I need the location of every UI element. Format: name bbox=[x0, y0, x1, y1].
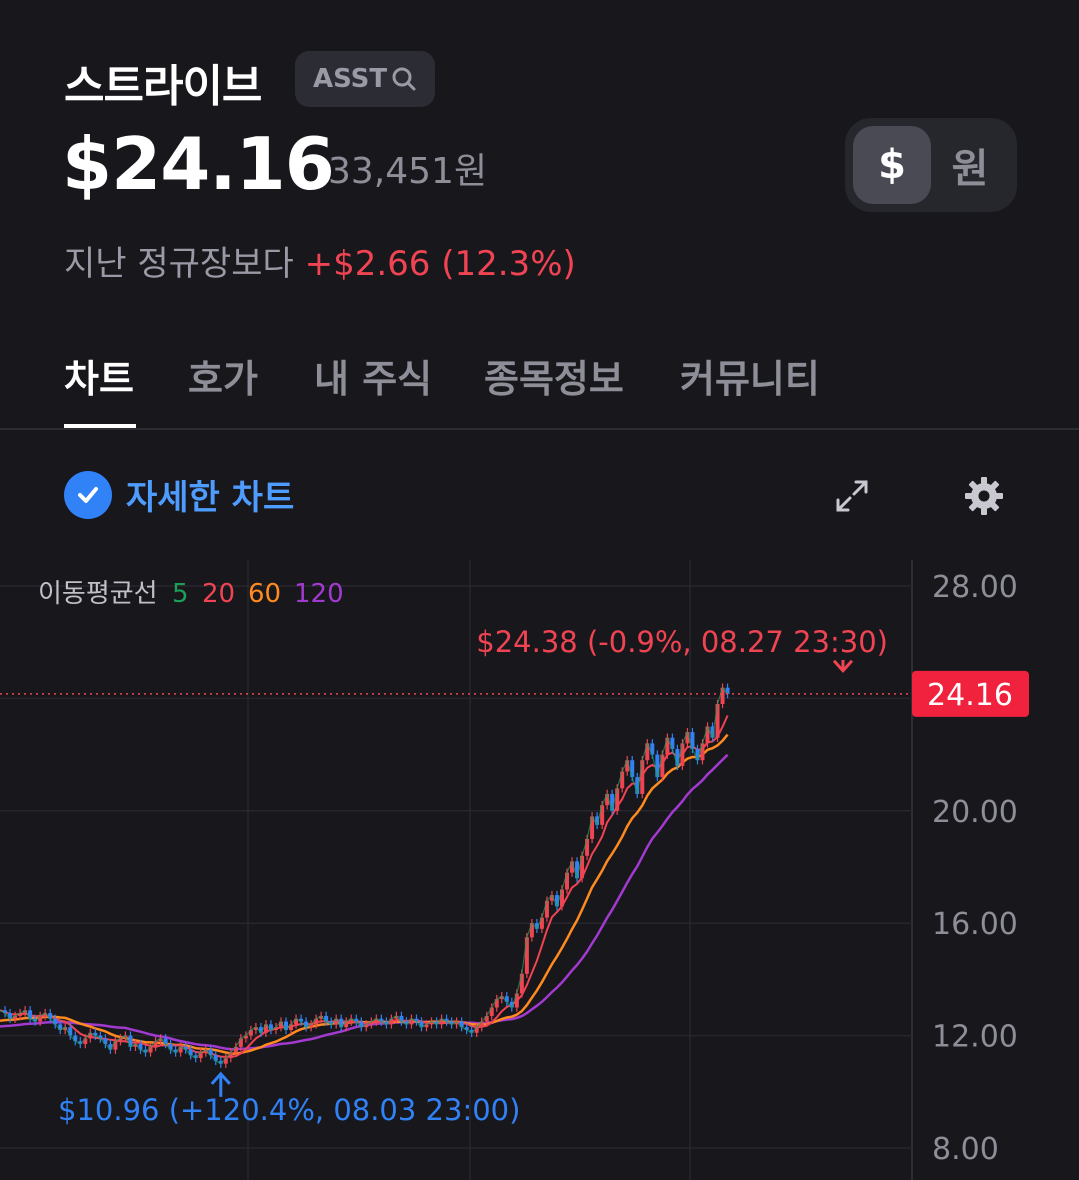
price-candle bbox=[670, 737, 675, 749]
current-price-badge-label: 24.16 bbox=[927, 678, 1013, 713]
price-candle bbox=[559, 889, 564, 907]
ma-legend-20: 20 bbox=[202, 579, 235, 609]
high-annotation-label: $24.38 (-0.9%, 08.27 23:30) bbox=[476, 625, 888, 659]
y-tick-label: 16.00 bbox=[932, 907, 1018, 942]
tab-orderbook[interactable]: 호가 bbox=[188, 348, 258, 403]
tab-stock-info[interactable]: 종목정보 bbox=[484, 348, 624, 403]
ma5-line bbox=[0, 686, 729, 1065]
change-label: 지난 정규장보다 bbox=[64, 244, 294, 284]
price-candle bbox=[655, 754, 660, 778]
price-candle bbox=[580, 855, 585, 879]
ma20-line bbox=[0, 715, 729, 1058]
change-value: +$2.66 (12.3%) bbox=[304, 244, 576, 284]
ticker-search-button[interactable]: ASST bbox=[295, 51, 436, 107]
stock-name: 스트라이브 bbox=[64, 61, 262, 112]
y-tick-label: 20.00 bbox=[932, 795, 1018, 830]
price-candle bbox=[524, 937, 529, 974]
price-krw: 33,451원 bbox=[328, 151, 488, 192]
price-candle bbox=[128, 1035, 133, 1047]
krw-button[interactable]: 원 bbox=[931, 126, 1009, 204]
ma-legend-title: 이동평균선 bbox=[38, 579, 158, 609]
y-tick-label: 12.00 bbox=[932, 1020, 1018, 1055]
current-price: $24.16 bbox=[62, 122, 335, 206]
price-candle bbox=[585, 838, 590, 856]
search-icon bbox=[392, 67, 416, 91]
detail-chart-label: 자세한 차트 bbox=[126, 478, 295, 518]
expand-icon[interactable] bbox=[832, 476, 872, 516]
tab-bar: 차트 호가 내 주식 종목정보 커뮤니티 bbox=[0, 340, 1079, 430]
price-chart[interactable]: 28.00 20.00 16.00 12.00 8.00 24.16 $24.38 (-0… bbox=[0, 560, 1079, 1180]
currency-toggle: $ 원 bbox=[845, 118, 1017, 212]
price-candle bbox=[715, 704, 720, 738]
tab-chart[interactable]: 차트 bbox=[64, 348, 134, 403]
ma-legend-120: 120 bbox=[294, 579, 344, 609]
price-candle bbox=[615, 788, 620, 811]
y-tick-label: 8.00 bbox=[932, 1132, 999, 1167]
ma-legend-5: 5 bbox=[172, 579, 189, 609]
price-candle bbox=[700, 743, 705, 761]
price-candle bbox=[565, 872, 570, 890]
price-candle bbox=[640, 760, 645, 794]
tab-community[interactable]: 커뮤니티 bbox=[680, 348, 820, 403]
price-candle bbox=[620, 771, 625, 789]
usd-button[interactable]: $ bbox=[853, 126, 931, 204]
price-candle bbox=[680, 743, 685, 766]
active-tab-indicator bbox=[64, 424, 136, 428]
price-candle bbox=[600, 805, 605, 825]
ma-legend-60: 60 bbox=[248, 579, 281, 609]
check-icon bbox=[64, 470, 112, 519]
arrow-down-icon bbox=[832, 659, 854, 673]
change-row: 지난 정규장보다 +$2.66 (12.3%) bbox=[64, 236, 576, 285]
ticker-label: ASST bbox=[313, 64, 388, 94]
gear-icon[interactable] bbox=[962, 474, 1006, 518]
tab-my-stock[interactable]: 내 주식 bbox=[314, 348, 432, 403]
y-tick-label: 28.00 bbox=[932, 570, 1018, 605]
detail-chart-toggle[interactable]: 자세한 차트 bbox=[64, 470, 294, 519]
low-annotation-label: $10.96 (+120.4%, 08.03 23:00) bbox=[58, 1093, 520, 1127]
